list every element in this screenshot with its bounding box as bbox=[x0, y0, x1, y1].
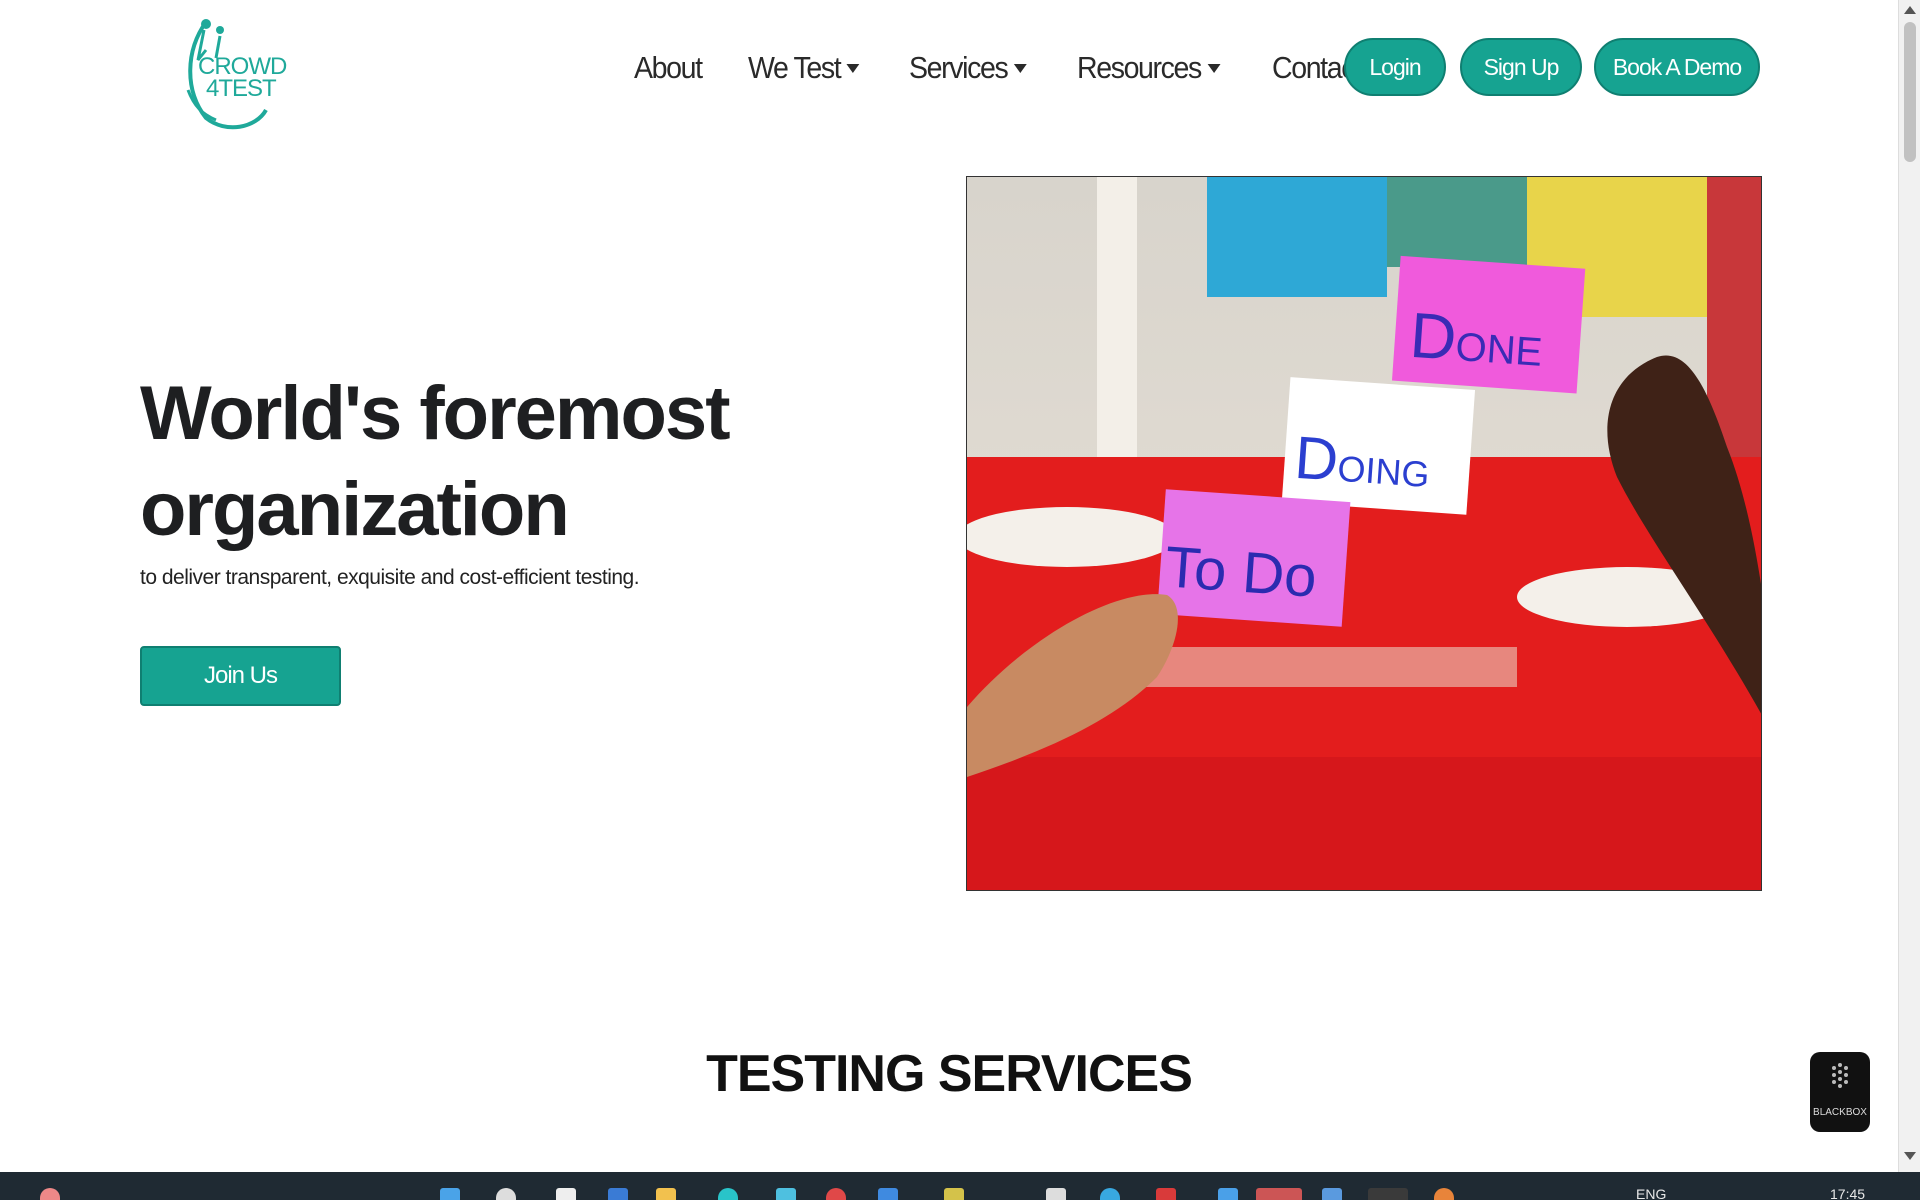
main-nav: About We Test Services Resources Contact bbox=[634, 40, 1409, 96]
kanban-notes-photo: DONE DOING To Do bbox=[967, 177, 1761, 890]
blackbox-icon bbox=[1832, 1063, 1848, 1088]
active-app-icon[interactable] bbox=[1256, 1188, 1302, 1200]
crowd4test-logo[interactable]: CROWD 4TEST bbox=[176, 10, 287, 130]
nav-resources-label: Resources bbox=[1076, 50, 1202, 85]
app-icon[interactable] bbox=[878, 1188, 898, 1200]
hero-image: DONE DOING To Do bbox=[966, 176, 1762, 891]
nav-services[interactable]: Services bbox=[909, 50, 1027, 86]
testing-services-heading: TESTING SERVICES bbox=[706, 1045, 1193, 1103]
scroll-thumb[interactable] bbox=[1904, 22, 1916, 162]
nav-we-test-label: We Test bbox=[747, 50, 842, 85]
nav-we-test[interactable]: We Test bbox=[748, 50, 860, 86]
hero-title-line2: organization bbox=[140, 467, 570, 552]
logo-wordmark: CROWD 4TEST bbox=[198, 55, 287, 102]
hero-subtitle: to deliver transparent, exquisite and co… bbox=[140, 566, 640, 589]
caret-down-icon bbox=[1207, 63, 1220, 73]
hero-title-line1: World's foremost bbox=[140, 371, 731, 456]
app-icon[interactable] bbox=[1218, 1188, 1238, 1200]
store-icon[interactable] bbox=[776, 1188, 796, 1200]
join-us-button[interactable]: Join Us bbox=[140, 646, 341, 706]
windows-start-icon[interactable] bbox=[440, 1188, 460, 1200]
nav-about[interactable]: About bbox=[634, 50, 703, 86]
edge-icon[interactable] bbox=[608, 1188, 628, 1200]
avatar-icon[interactable] bbox=[40, 1188, 60, 1200]
scroll-down-icon[interactable] bbox=[1904, 1152, 1916, 1160]
document-icon[interactable] bbox=[1046, 1188, 1066, 1200]
blackbox-label: BLACKBOX bbox=[1813, 1107, 1867, 1118]
file-explorer-icon[interactable] bbox=[656, 1188, 676, 1200]
scroll-up-icon[interactable] bbox=[1904, 6, 1916, 14]
blackbox-widget[interactable]: BLACKBOX bbox=[1810, 1052, 1870, 1132]
app-icon[interactable] bbox=[718, 1188, 738, 1200]
os-taskbar: ENG 17:45 bbox=[0, 1172, 1920, 1200]
clock[interactable]: 17:45 bbox=[1830, 1186, 1865, 1200]
language-indicator[interactable]: ENG bbox=[1636, 1186, 1666, 1200]
gmail-icon[interactable] bbox=[1156, 1188, 1176, 1200]
signup-button[interactable]: Sign Up bbox=[1460, 38, 1582, 96]
search-icon[interactable] bbox=[496, 1188, 516, 1200]
site-header: CROWD 4TEST About We Test Services Resou… bbox=[0, 0, 1898, 140]
app-icon[interactable] bbox=[1434, 1188, 1454, 1200]
app-icon[interactable] bbox=[1368, 1188, 1408, 1200]
chrome-icon[interactable] bbox=[826, 1188, 846, 1200]
nav-about-label: About bbox=[634, 50, 703, 85]
task-view-icon[interactable] bbox=[556, 1188, 576, 1200]
book-demo-button[interactable]: Book A Demo bbox=[1594, 38, 1760, 96]
page: CROWD 4TEST About We Test Services Resou… bbox=[0, 0, 1920, 1200]
calendar-icon[interactable] bbox=[1322, 1188, 1342, 1200]
app-icon[interactable] bbox=[944, 1188, 964, 1200]
caret-down-icon bbox=[1013, 63, 1027, 73]
vertical-scrollbar[interactable] bbox=[1898, 0, 1920, 1172]
logo-line2: 4TEST bbox=[206, 75, 277, 102]
svg-text:To Do: To Do bbox=[1163, 534, 1319, 609]
app-icon[interactable] bbox=[1100, 1188, 1120, 1200]
login-button[interactable]: Login bbox=[1344, 38, 1446, 96]
caret-down-icon bbox=[846, 63, 860, 73]
nav-resources[interactable]: Resources bbox=[1077, 50, 1220, 86]
hero-title: World's foremost organization bbox=[140, 366, 840, 558]
nav-services-label: Services bbox=[908, 50, 1009, 85]
